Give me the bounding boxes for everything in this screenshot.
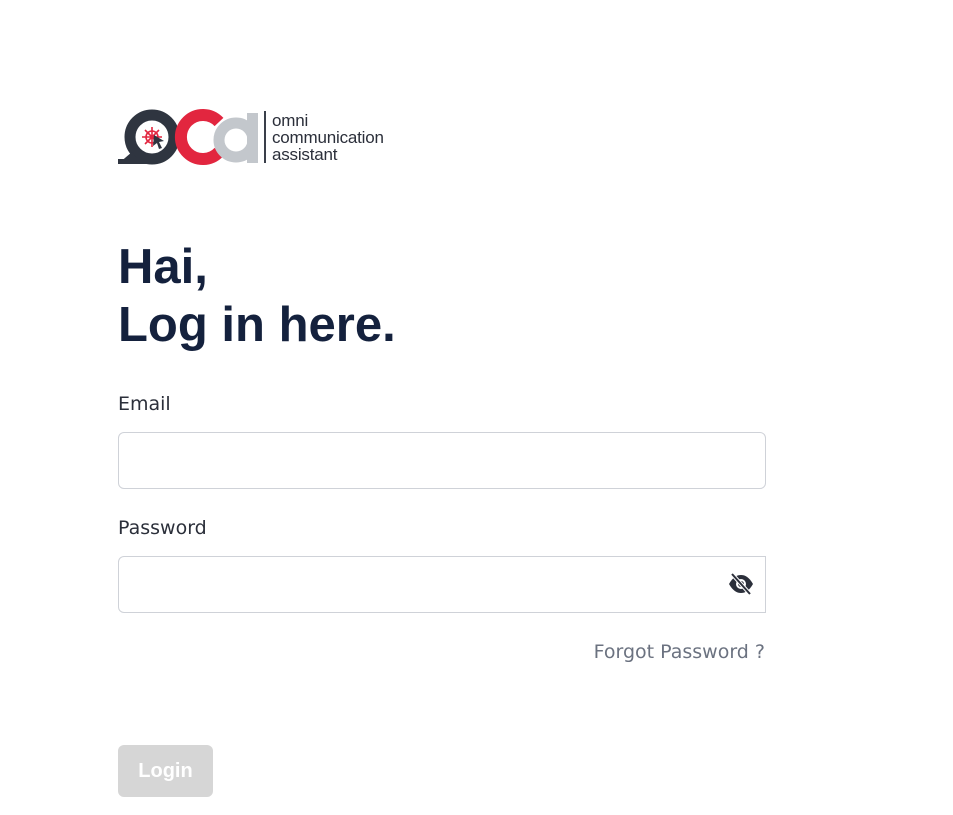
password-label: Password bbox=[118, 517, 207, 539]
password-input[interactable] bbox=[118, 556, 766, 613]
heading-subtitle: Log in here. bbox=[118, 298, 396, 352]
brand-logo: omni communication assistant bbox=[118, 108, 384, 166]
brand-wordmark: omni communication assistant bbox=[272, 112, 384, 163]
login-button[interactable]: Login bbox=[118, 745, 213, 797]
brand-line-omni: omni bbox=[272, 110, 309, 130]
forgot-password-link[interactable]: Forgot Password ? bbox=[594, 641, 765, 663]
oca-logo-mark bbox=[118, 109, 258, 165]
email-input[interactable] bbox=[118, 432, 766, 489]
logo-divider bbox=[264, 111, 266, 163]
heading-greeting: Hai, bbox=[118, 240, 208, 294]
page-heading: Hai, Log in here. bbox=[118, 238, 396, 354]
password-visibility-toggle[interactable] bbox=[726, 570, 756, 598]
login-page: omni communication assistant Hai, Log in… bbox=[0, 0, 953, 815]
email-label: Email bbox=[118, 393, 171, 415]
eye-slash-icon bbox=[729, 573, 753, 595]
brand-line-communication: communication bbox=[272, 127, 384, 147]
brand-line-assistant: assistant bbox=[272, 144, 338, 164]
